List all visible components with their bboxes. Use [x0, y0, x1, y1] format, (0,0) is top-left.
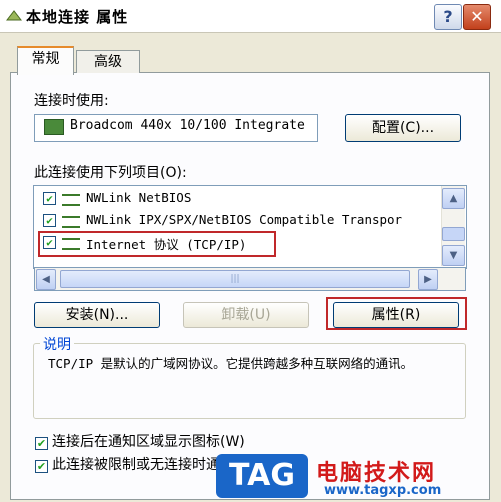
- window-title: 本地连接 属性: [26, 8, 129, 26]
- scroll-down-icon[interactable]: ▼: [442, 245, 465, 266]
- list-item-label: NWLink NetBIOS: [86, 190, 192, 205]
- scroll-left-icon[interactable]: ◀: [36, 269, 56, 290]
- network-connection-icon: [6, 10, 22, 21]
- adapter-name: Broadcom 440x 10/100 Integrate: [70, 118, 305, 133]
- watermark-url: www.tagxp.com: [324, 483, 442, 498]
- checkbox-checked-icon[interactable]: ✔: [35, 436, 48, 450]
- configure-button[interactable]: 配置(C)...: [345, 114, 461, 142]
- install-button[interactable]: 安装(N)...: [34, 302, 160, 328]
- horizontal-scroll-thumb[interactable]: |||: [60, 270, 410, 288]
- option-label: 连接后在通知区域显示图标(W): [52, 434, 245, 450]
- uninstall-button[interactable]: 卸载(U): [183, 302, 309, 328]
- tab-advanced[interactable]: 高级: [76, 50, 140, 73]
- close-button[interactable]: ✕: [463, 4, 491, 30]
- scroll-right-icon[interactable]: ▶: [418, 269, 438, 290]
- list-item-nwlink-ipx[interactable]: ✔ NWLink IPX/SPX/NetBIOS Compatible Tran…: [40, 211, 438, 231]
- vertical-scroll-thumb[interactable]: [442, 227, 465, 241]
- help-button[interactable]: ?: [434, 4, 462, 30]
- checkbox-checked-icon[interactable]: ✔: [43, 214, 56, 227]
- list-item-label: NWLink IPX/SPX/NetBIOS Compatible Transp…: [86, 212, 403, 227]
- network-protocol-icon: [62, 194, 80, 206]
- highlight-annotation: [326, 297, 467, 330]
- highlight-annotation: [38, 231, 276, 257]
- network-protocol-icon: [62, 216, 80, 228]
- tab-general[interactable]: 常规: [17, 46, 74, 75]
- items-list-label: 此连接使用下列项目(O):: [34, 165, 187, 181]
- description-text: TCP/IP 是默认的广域网协议。它提供跨越多种互联网络的通讯。: [48, 356, 414, 371]
- network-adapter-icon: [44, 119, 64, 135]
- connect-using-label: 连接时使用:: [34, 93, 109, 109]
- checkbox-checked-icon[interactable]: ✔: [35, 459, 48, 473]
- scroll-up-icon[interactable]: ▲: [442, 188, 465, 209]
- description-label: 说明: [40, 334, 74, 354]
- show-icon-option[interactable]: ✔ 连接后在通知区域显示图标(W): [35, 431, 245, 451]
- checkbox-checked-icon[interactable]: ✔: [43, 192, 56, 205]
- list-item-nwlink-netbios[interactable]: ✔ NWLink NetBIOS: [40, 189, 438, 209]
- watermark-logo: TAG: [216, 454, 308, 498]
